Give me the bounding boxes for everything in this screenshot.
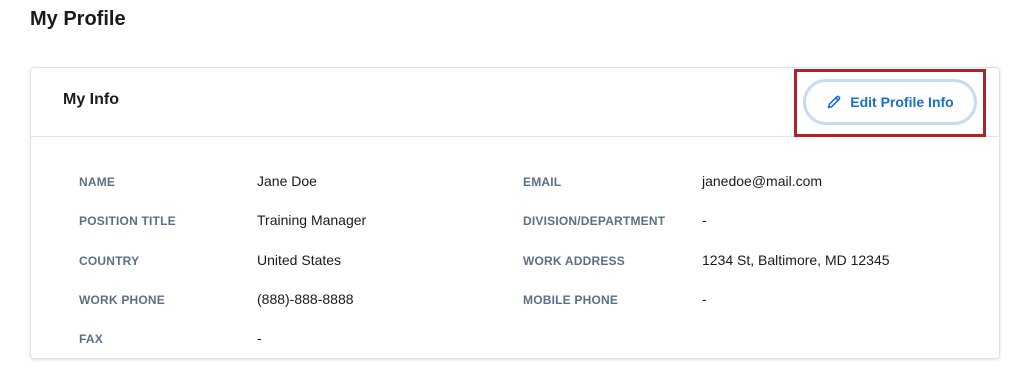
card-title: My Info <box>63 91 119 108</box>
edit-profile-info-button[interactable]: Edit Profile Info <box>803 79 977 125</box>
division-department-label: DIVISION/DEPARTMENT <box>523 214 666 228</box>
division-department-value: - <box>702 212 707 228</box>
work-address-value: 1234 St, Baltimore, MD 12345 <box>702 252 890 268</box>
name-label: NAME <box>79 175 116 189</box>
fax-label: FAX <box>79 332 103 346</box>
edit-profile-info-label: Edit Profile Info <box>850 94 954 110</box>
country-label: COUNTRY <box>79 254 140 268</box>
position-title-label: POSITION TITLE <box>79 214 176 228</box>
fax-value: - <box>257 330 262 346</box>
page-title: My Profile <box>30 8 126 30</box>
email-value: janedoe@mail.com <box>702 173 823 189</box>
work-phone-label: WORK PHONE <box>79 293 165 307</box>
email-label: EMAIL <box>523 175 562 189</box>
country-value: United States <box>257 252 342 268</box>
work-phone-value: (888)-888-8888 <box>257 291 354 307</box>
work-address-label: WORK ADDRESS <box>523 254 625 268</box>
name-value: Jane Doe <box>257 173 317 189</box>
mobile-phone-value: - <box>702 291 707 307</box>
mobile-phone-label: MOBILE PHONE <box>523 293 619 307</box>
pencil-icon <box>826 94 842 110</box>
position-title-value: Training Manager <box>257 212 367 228</box>
my-info-card: My Info Edit Profile Info NAME Jane Doe … <box>30 67 1000 359</box>
card-header: My Info Edit Profile Info <box>31 68 999 137</box>
